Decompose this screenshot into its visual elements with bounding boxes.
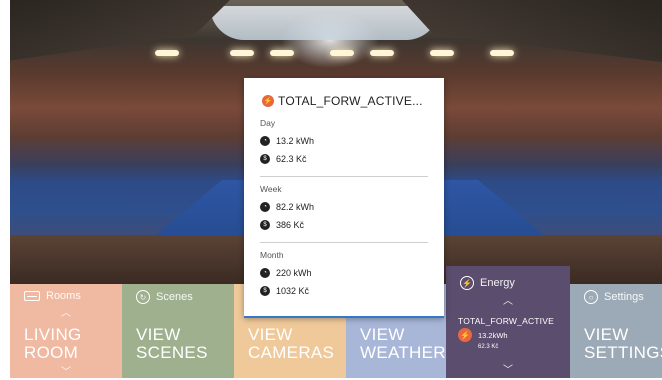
tile-scenes-main: VIEW SCENES xyxy=(136,325,208,362)
popup-header: ⚡ TOTAL_FORW_ACTIVE... xyxy=(262,94,423,108)
stadium-light xyxy=(490,50,514,56)
day-kc: 62.3 Kč xyxy=(276,154,307,164)
energy-meter-name: TOTAL_FORW_ACTIVE xyxy=(458,316,554,326)
month-kc: 1032 Kč xyxy=(276,286,310,296)
coin-icon: $ xyxy=(260,154,270,164)
lightning-bolt-icon: ⚡ xyxy=(262,95,274,107)
stadium-light xyxy=(230,50,254,56)
divider xyxy=(260,176,428,177)
tile-energy-header-label: Energy xyxy=(480,277,515,289)
tile-scenes-header: ↻ Scenes xyxy=(136,290,193,304)
week-label: Week xyxy=(260,184,282,194)
day-kc-row: $ 62.3 Kč xyxy=(260,154,428,164)
settings-icon: ○ xyxy=(584,290,598,304)
tile-energy-header: ⚡ Energy xyxy=(460,276,515,290)
tile-settings-header: ○ Settings xyxy=(584,290,644,304)
day-kwh: 13.2 kWh xyxy=(276,136,315,146)
energy-kwh: 13.2kWh xyxy=(478,330,508,340)
scenes-icon: ↻ xyxy=(136,290,150,304)
tile-settings-header-label: Settings xyxy=(604,291,644,303)
counter-icon: ◔ xyxy=(260,136,270,146)
tile-rooms-main: LIVING ROOM xyxy=(24,325,82,362)
counter-icon: ◔ xyxy=(260,268,270,278)
energy-cost: 62.3 Kč xyxy=(478,344,499,350)
sky xyxy=(210,6,440,40)
roof-left xyxy=(0,0,230,62)
energy-popup: ⚡ TOTAL_FORW_ACTIVE... Day ◔ 13.2 kWh $ … xyxy=(244,78,444,318)
stadium-light xyxy=(370,50,394,56)
energy-reading: ⚡ 13.2kWh xyxy=(458,328,508,342)
coin-icon: $ xyxy=(260,220,270,230)
rooms-icon xyxy=(24,291,40,301)
month-kwh: 220 kWh xyxy=(276,268,312,278)
divider xyxy=(260,242,428,243)
coin-icon: $ xyxy=(260,286,270,296)
counter-icon: ◔ xyxy=(260,202,270,212)
chevron-down-icon[interactable]: ﹀ xyxy=(61,363,71,378)
week-kc-row: $ 386 Kč xyxy=(260,220,428,230)
month-kwh-row: ◔ 220 kWh xyxy=(260,268,428,278)
chevron-up-icon[interactable]: ︿ xyxy=(503,292,513,307)
lightning-bolt-icon: ⚡ xyxy=(458,328,472,342)
chevron-up-icon[interactable]: ︿ xyxy=(61,304,71,319)
tile-cameras-main: VIEW CAMERAS xyxy=(248,325,335,362)
month-label: Month xyxy=(260,250,284,260)
tile-rooms-header-label: Rooms xyxy=(46,290,81,302)
tile-scenes-header-label: Scenes xyxy=(156,291,193,303)
tile-energy[interactable]: ⚡ Energy ︿ TOTAL_FORW_ACTIVE ⚡ 13.2kWh 6… xyxy=(446,266,570,378)
popup-title: TOTAL_FORW_ACTIVE... xyxy=(278,94,423,108)
month-kc-row: $ 1032 Kč xyxy=(260,286,428,296)
week-kwh: 82.2 kWh xyxy=(276,202,315,212)
day-section: Day ◔ 13.2 kWh $ 62.3 Kč xyxy=(260,118,428,164)
energy-icon: ⚡ xyxy=(460,276,474,290)
stadium-light xyxy=(330,50,354,56)
left-margin xyxy=(0,0,10,380)
tile-scenes[interactable]: ↻ Scenes VIEW SCENES xyxy=(122,284,234,378)
stadium-light xyxy=(155,50,179,56)
tile-rooms[interactable]: Rooms ︿ LIVING ROOM ﹀ xyxy=(10,284,122,378)
chevron-down-icon[interactable]: ﹀ xyxy=(503,361,513,376)
week-kc: 386 Kč xyxy=(276,220,305,230)
day-label: Day xyxy=(260,118,276,128)
month-section: Month ◔ 220 kWh $ 1032 Kč xyxy=(260,250,428,296)
tile-weather-main: VIEW WEATHER xyxy=(360,325,446,362)
stadium-light xyxy=(270,50,294,56)
week-section: Week ◔ 82.2 kWh $ 386 Kč xyxy=(260,184,428,230)
stadium-light xyxy=(430,50,454,56)
tile-rooms-header: Rooms xyxy=(24,290,81,302)
week-kwh-row: ◔ 82.2 kWh xyxy=(260,202,428,212)
tile-settings[interactable]: ○ Settings VIEW SETTINGS xyxy=(570,284,662,378)
day-kwh-row: ◔ 13.2 kWh xyxy=(260,136,428,146)
tile-settings-main: VIEW SETTINGS xyxy=(584,325,662,362)
